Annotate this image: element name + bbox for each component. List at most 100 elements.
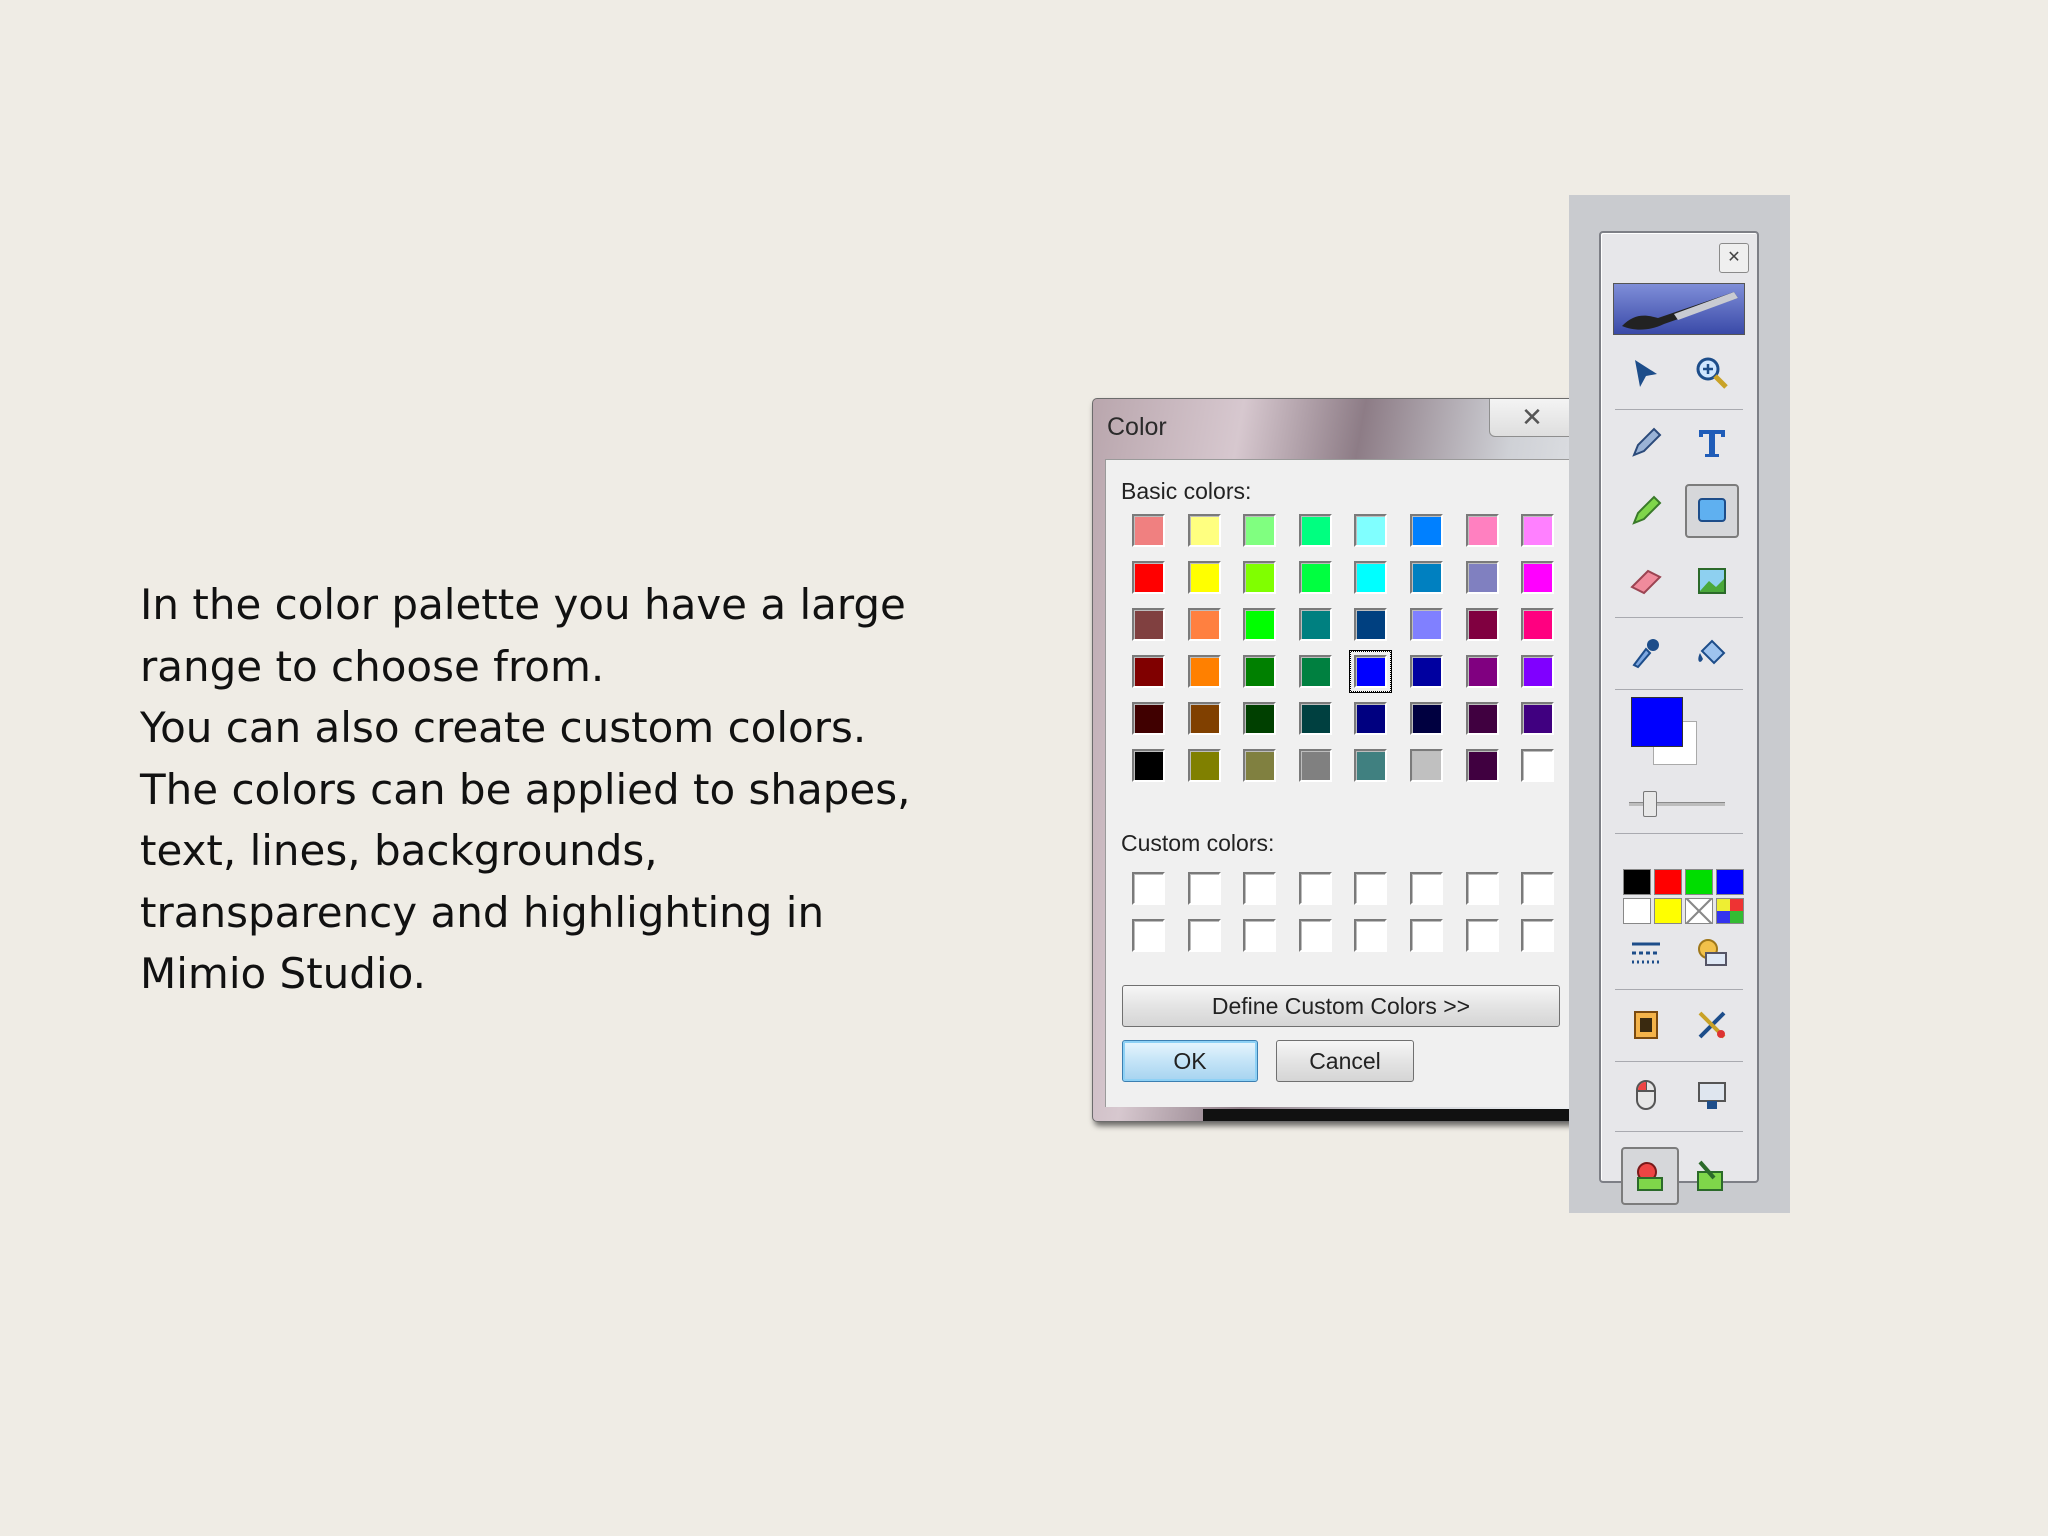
quick-color-swatch[interactable] bbox=[1623, 869, 1651, 895]
basic-color-swatch[interactable] bbox=[1354, 514, 1388, 547]
basic-color-swatch[interactable] bbox=[1409, 514, 1443, 547]
basic-color-swatch[interactable] bbox=[1187, 702, 1221, 735]
custom-color-swatch[interactable] bbox=[1409, 919, 1443, 952]
basic-color-swatch[interactable] bbox=[1521, 749, 1555, 782]
custom-color-swatch[interactable] bbox=[1187, 872, 1221, 905]
basic-color-swatch[interactable] bbox=[1132, 514, 1165, 547]
shape-tool-button[interactable] bbox=[1685, 484, 1739, 538]
basic-color-swatch[interactable] bbox=[1409, 749, 1443, 782]
zoom-button[interactable] bbox=[1685, 346, 1739, 400]
quick-color-swatch[interactable] bbox=[1623, 898, 1651, 924]
quick-color-swatch[interactable] bbox=[1716, 869, 1744, 895]
custom-color-swatch[interactable] bbox=[1187, 919, 1221, 952]
basic-color-swatch[interactable] bbox=[1243, 655, 1277, 688]
eyedropper-button[interactable] bbox=[1619, 626, 1673, 680]
capture-button[interactable] bbox=[1621, 1147, 1679, 1205]
text-tool-button[interactable] bbox=[1685, 416, 1739, 470]
basic-color-swatch[interactable] bbox=[1187, 655, 1221, 688]
basic-color-swatch[interactable] bbox=[1187, 514, 1221, 547]
basic-color-swatch[interactable] bbox=[1354, 561, 1388, 594]
custom-color-swatch[interactable] bbox=[1243, 872, 1277, 905]
basic-color-swatch[interactable] bbox=[1132, 608, 1165, 641]
quick-color-swatch[interactable] bbox=[1654, 869, 1682, 895]
define-custom-colors-button[interactable]: Define Custom Colors >> bbox=[1122, 985, 1560, 1027]
custom-color-swatch[interactable] bbox=[1132, 919, 1165, 952]
basic-color-swatch[interactable] bbox=[1465, 655, 1499, 688]
custom-color-swatch[interactable] bbox=[1521, 872, 1555, 905]
basic-color-swatch[interactable] bbox=[1187, 608, 1221, 641]
eraser-button[interactable] bbox=[1619, 554, 1673, 608]
basic-color-swatch[interactable] bbox=[1521, 514, 1555, 547]
media-button[interactable] bbox=[1619, 998, 1673, 1052]
basic-color-swatch[interactable] bbox=[1354, 702, 1388, 735]
shape-tool-icon bbox=[1698, 498, 1726, 522]
image-button[interactable] bbox=[1685, 554, 1739, 608]
foreground-color-swatch[interactable] bbox=[1631, 697, 1683, 747]
quick-color-swatch[interactable] bbox=[1654, 898, 1682, 924]
custom-color-swatch[interactable] bbox=[1521, 919, 1555, 952]
basic-color-swatch[interactable] bbox=[1465, 749, 1499, 782]
basic-color-swatch[interactable] bbox=[1298, 749, 1332, 782]
basic-color-swatch[interactable] bbox=[1243, 702, 1277, 735]
transparency-slider[interactable] bbox=[1629, 789, 1725, 819]
custom-color-swatch[interactable] bbox=[1409, 872, 1443, 905]
custom-color-swatch[interactable] bbox=[1243, 919, 1277, 952]
basic-color-swatch[interactable] bbox=[1243, 561, 1277, 594]
dialog-close-button[interactable]: ✕ bbox=[1489, 399, 1573, 437]
basic-color-swatch[interactable] bbox=[1465, 561, 1499, 594]
basic-color-swatch[interactable] bbox=[1521, 561, 1555, 594]
toolbar-close-button[interactable]: ✕ bbox=[1719, 243, 1749, 273]
basic-color-swatch[interactable] bbox=[1521, 702, 1555, 735]
basic-color-swatch[interactable] bbox=[1409, 561, 1443, 594]
custom-color-swatch[interactable] bbox=[1354, 872, 1388, 905]
basic-color-swatch[interactable] bbox=[1521, 608, 1555, 641]
highlighter-button[interactable] bbox=[1619, 484, 1673, 538]
basic-color-swatch[interactable] bbox=[1354, 608, 1388, 641]
basic-color-swatch[interactable] bbox=[1187, 749, 1221, 782]
custom-color-swatch[interactable] bbox=[1298, 872, 1332, 905]
custom-color-swatch[interactable] bbox=[1465, 872, 1499, 905]
line-style-button[interactable] bbox=[1619, 926, 1673, 980]
basic-color-swatch[interactable] bbox=[1298, 514, 1332, 547]
custom-color-swatch[interactable] bbox=[1132, 872, 1165, 905]
basic-color-swatch[interactable] bbox=[1354, 749, 1388, 782]
basic-color-swatch[interactable] bbox=[1521, 655, 1555, 688]
basic-color-swatch[interactable] bbox=[1243, 608, 1277, 641]
basic-color-swatch[interactable] bbox=[1298, 561, 1332, 594]
object-properties-button[interactable] bbox=[1685, 926, 1739, 980]
basic-color-swatch[interactable] bbox=[1465, 702, 1499, 735]
tools-button[interactable] bbox=[1685, 998, 1739, 1052]
pen-button[interactable] bbox=[1619, 416, 1673, 470]
import-button[interactable] bbox=[1681, 1147, 1739, 1205]
basic-color-swatch[interactable] bbox=[1349, 650, 1393, 693]
basic-color-swatch[interactable] bbox=[1298, 702, 1332, 735]
slider-thumb[interactable] bbox=[1643, 791, 1657, 817]
custom-color-swatch[interactable] bbox=[1354, 919, 1388, 952]
basic-color-swatch[interactable] bbox=[1132, 561, 1165, 594]
basic-color-swatch[interactable] bbox=[1132, 655, 1165, 688]
quick-color-swatch[interactable] bbox=[1685, 869, 1713, 895]
mouse-mode-button[interactable] bbox=[1619, 1068, 1673, 1122]
basic-color-swatch[interactable] bbox=[1187, 561, 1221, 594]
basic-color-swatch[interactable] bbox=[1132, 702, 1165, 735]
fill-bucket-button[interactable] bbox=[1685, 626, 1739, 680]
custom-color-swatch[interactable] bbox=[1465, 919, 1499, 952]
basic-color-swatch[interactable] bbox=[1298, 655, 1332, 688]
basic-color-swatch[interactable] bbox=[1409, 702, 1443, 735]
ok-button[interactable]: OK bbox=[1122, 1040, 1258, 1082]
custom-color-swatch[interactable] bbox=[1298, 919, 1332, 952]
basic-color-swatch[interactable] bbox=[1298, 608, 1332, 641]
select-arrow-button[interactable] bbox=[1619, 346, 1673, 400]
more-colors-swatch[interactable] bbox=[1716, 898, 1744, 924]
basic-color-swatch[interactable] bbox=[1409, 655, 1443, 688]
basic-color-swatch[interactable] bbox=[1243, 749, 1277, 782]
basic-color-swatch[interactable] bbox=[1465, 608, 1499, 641]
basic-color-swatch[interactable] bbox=[1132, 749, 1165, 782]
screen-button[interactable] bbox=[1685, 1068, 1739, 1122]
eyedropper-icon bbox=[1632, 639, 1659, 669]
basic-color-swatch[interactable] bbox=[1465, 514, 1499, 547]
basic-color-swatch[interactable] bbox=[1409, 608, 1443, 641]
cancel-button[interactable]: Cancel bbox=[1276, 1040, 1414, 1082]
basic-color-swatch[interactable] bbox=[1243, 514, 1277, 547]
no-color-swatch[interactable] bbox=[1685, 898, 1713, 924]
